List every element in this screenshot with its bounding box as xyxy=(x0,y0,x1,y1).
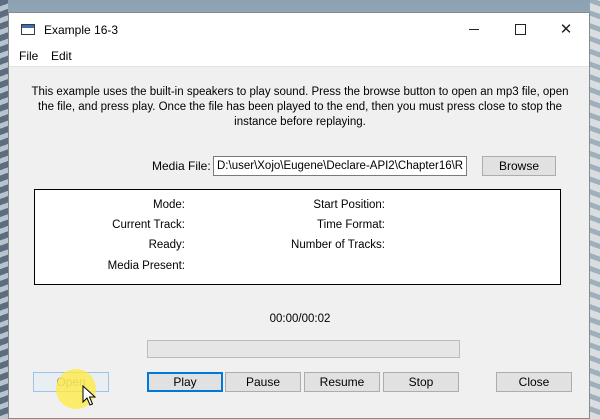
menu-edit[interactable]: Edit xyxy=(51,49,72,63)
close-button[interactable]: Close xyxy=(496,372,572,392)
instructions-text: This example uses the built-in speakers … xyxy=(31,86,569,128)
playback-time: 00:00/00:02 xyxy=(269,313,331,325)
minimize-icon xyxy=(469,29,479,30)
play-button[interactable]: Play xyxy=(147,372,223,392)
window-close-button[interactable]: ✕ xyxy=(543,13,589,46)
menu-file[interactable]: File xyxy=(19,49,38,63)
browse-button[interactable]: Browse xyxy=(482,156,556,176)
maximize-button[interactable] xyxy=(497,13,543,46)
ready-label: Ready: xyxy=(148,239,185,251)
media-present-label: Media Present: xyxy=(107,260,185,272)
open-button[interactable]: Open xyxy=(33,372,109,392)
playback-progress-bar xyxy=(147,340,460,358)
maximize-icon xyxy=(514,24,526,35)
app-window: Example 16-3 ✕ File Edit This example us… xyxy=(8,12,590,419)
menu-bar: File Edit xyxy=(9,46,589,67)
media-file-input[interactable] xyxy=(213,156,467,176)
current-track-label: Current Track: xyxy=(112,219,185,231)
title-bar[interactable]: Example 16-3 ✕ xyxy=(9,13,589,46)
resume-button[interactable]: Resume xyxy=(304,372,380,392)
time-format-label: Time Format: xyxy=(317,219,385,231)
pause-button[interactable]: Pause xyxy=(225,372,301,392)
minimize-button[interactable] xyxy=(451,13,497,46)
start-position-label: Start Position: xyxy=(313,199,385,211)
number-of-tracks-label: Number of Tracks: xyxy=(291,239,385,251)
media-file-label: Media File: xyxy=(152,159,211,173)
desktop-edge-right xyxy=(590,0,600,419)
mode-label: Mode: xyxy=(153,199,185,211)
desktop-edge-left xyxy=(0,0,8,419)
close-icon: ✕ xyxy=(559,21,573,38)
media-info-panel: Mode: Current Track: Ready: Media Presen… xyxy=(34,189,561,285)
window-app-icon xyxy=(21,24,35,35)
stop-button[interactable]: Stop xyxy=(383,372,459,392)
window-title: Example 16-3 xyxy=(44,23,119,37)
